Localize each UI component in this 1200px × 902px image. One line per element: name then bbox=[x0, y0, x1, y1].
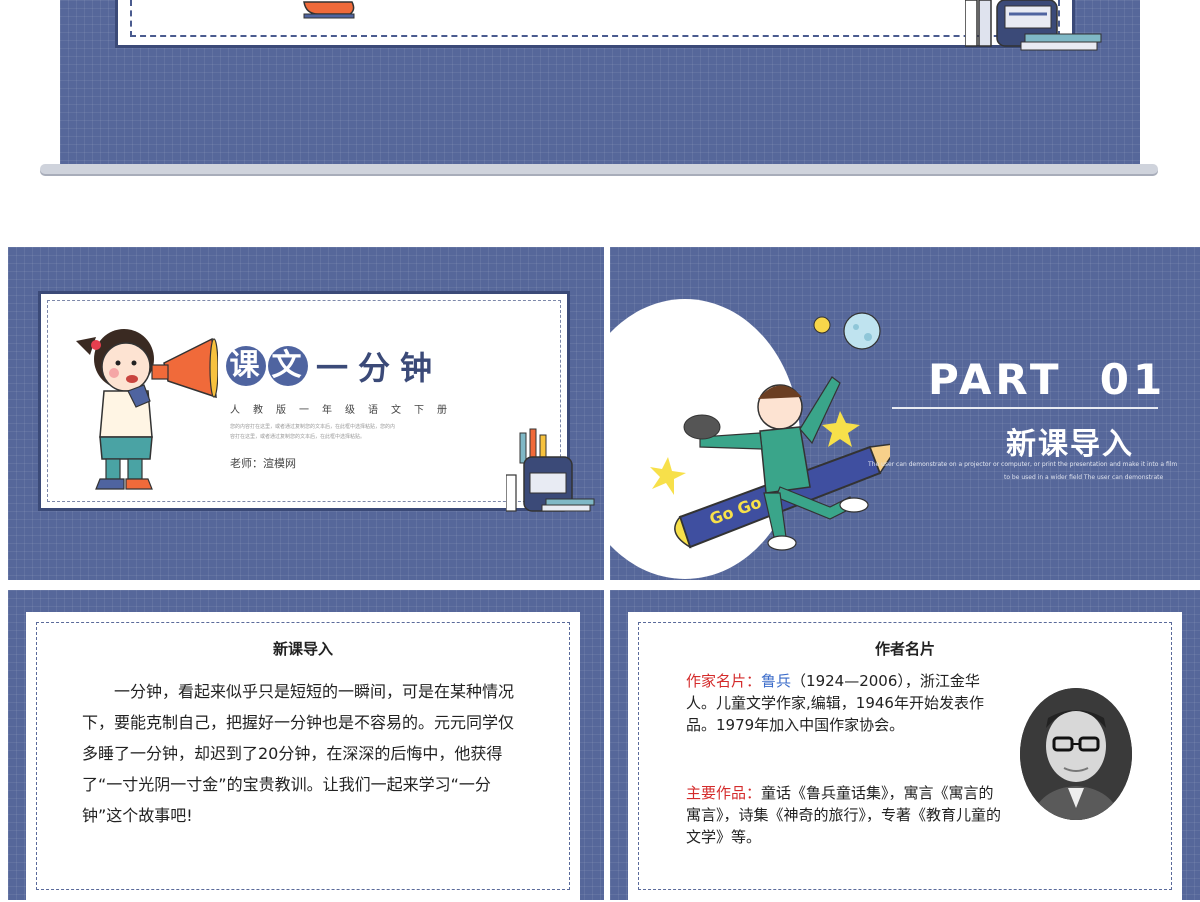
works-label: 主要作品： bbox=[686, 784, 762, 802]
author-name: 鲁兵 bbox=[761, 672, 792, 690]
placeholder-text: 您的内容打在这里，或者通过复制您的文本后，在此框中选择粘贴，您的内 bbox=[230, 424, 396, 430]
bio-label: 作家名片： bbox=[686, 672, 762, 690]
lesson-title: 课 文 一分钟 bbox=[226, 343, 442, 389]
books-pencil-illustration bbox=[506, 428, 595, 512]
section-heading: 新课导入 bbox=[272, 640, 333, 658]
girl-megaphone-illustration bbox=[76, 329, 218, 490]
intro-paragraph: 一分钟，看起来似乎只是短短的一瞬间，可是在某种情况下，要能克制自己，把握好一分钟… bbox=[82, 676, 522, 831]
divider-line bbox=[892, 407, 1158, 409]
teacher-label: 老师：渲模网 bbox=[230, 457, 296, 470]
slide-4-intro[interactable]: 新课导入 一分钟，看起来似乎只是短短的一瞬间，可是在某种情况下，要能克制自己，把… bbox=[8, 590, 604, 902]
english-caption: The user can demonstrate on a projector … bbox=[868, 461, 1178, 468]
section-heading: 作者名片 bbox=[874, 640, 935, 658]
author-works: 主要作品：童话《鲁兵童话集》，寓言《寓言的寓言》，诗集《神奇的旅行》，专著《教育… bbox=[686, 782, 1006, 848]
title-text: 一分钟 bbox=[316, 349, 443, 387]
slide-3-part[interactable]: Go Go PART 01 新课导入 The user can demonstr… bbox=[610, 247, 1200, 580]
author-portrait bbox=[1020, 688, 1132, 820]
boy-riding-pencil-illustration: Go Go bbox=[650, 376, 890, 551]
slide-1-card bbox=[115, 0, 1075, 48]
part-title: 新课导入 bbox=[1006, 427, 1134, 462]
slide-5-author[interactable]: 作者名片 作家名片：鲁兵（1924—2006），浙江金华人。儿童文学作家,编辑，… bbox=[610, 590, 1200, 902]
shoe-illustration bbox=[303, 1, 355, 19]
intro-text: 一分钟，看起来似乎只是短短的一瞬间，可是在某种情况下，要能克制自己，把握好一分钟… bbox=[82, 682, 515, 825]
title-char-circle: 文 bbox=[268, 346, 308, 386]
title-char-circle: 课 bbox=[226, 346, 266, 386]
author-bio: 作家名片：鲁兵（1924—2006），浙江金华人。儿童文学作家,编辑，1946年… bbox=[686, 670, 1006, 736]
textbook-subtitle: 人教版一年级语文下册 bbox=[230, 405, 460, 416]
placeholder-text: 容打在这里，或者通过复制您的文本后，在此框中选择粘贴。 bbox=[230, 434, 366, 440]
portrait-image bbox=[1020, 688, 1132, 820]
dashed-border bbox=[130, 0, 1060, 37]
slide-1-preview[interactable] bbox=[60, 0, 1140, 165]
books-illustration bbox=[965, 0, 1102, 51]
part-number: PART 01 bbox=[928, 355, 1167, 404]
english-caption: to be used in a wider field The user can… bbox=[1004, 474, 1164, 481]
slide-2-title[interactable]: 课 文 一分钟 人教版一年级语文下册 您的内容打在这里，或者通过复制您的文本后，… bbox=[8, 247, 604, 580]
stand-rail bbox=[40, 164, 1158, 174]
